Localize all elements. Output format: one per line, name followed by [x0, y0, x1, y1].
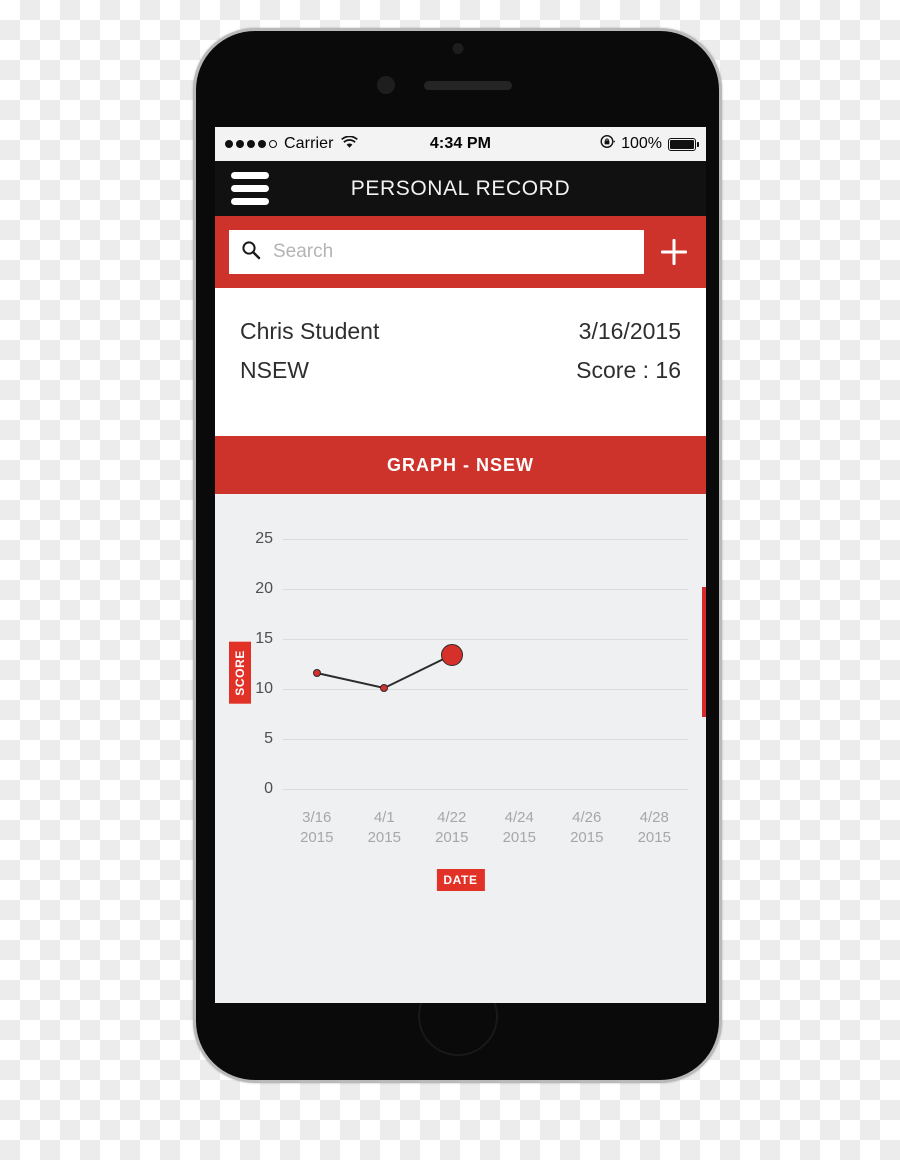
y-axis-label: SCORE — [229, 642, 251, 704]
record-line-secondary: NSEW Score : 16 — [240, 357, 681, 384]
front-camera-icon — [377, 76, 395, 94]
graph-header: GRAPH - NSEW — [215, 436, 706, 494]
record-line-primary: Chris Student 3/16/2015 — [240, 318, 681, 345]
record-name: Chris Student — [240, 318, 380, 344]
battery-percent-label: 100% — [621, 135, 663, 152]
x-axis-tick: 3/16 2015 — [300, 809, 334, 847]
chart-data-point[interactable] — [312, 669, 321, 677]
chart-series-line — [316, 654, 453, 690]
phone-device-frame: Carrier 4:34 PM 100% PERSONAL RECORD Sea… — [193, 28, 722, 1083]
y-axis-tick: 15 — [255, 630, 273, 647]
y-axis-tick: 0 — [264, 780, 273, 797]
add-record-button[interactable] — [656, 234, 692, 270]
gridline — [283, 739, 688, 740]
x-axis-tick: 4/1 2015 — [367, 809, 401, 847]
carrier-label: Carrier — [284, 135, 334, 152]
status-bar-clock: 4:34 PM — [429, 135, 492, 152]
record-row[interactable]: Chris Student 3/16/2015 NSEW Score : 16 — [215, 288, 706, 436]
x-axis-tick: 4/26 2015 — [570, 809, 604, 847]
chart-plot: 25 20 15 10 5 0 — [255, 530, 688, 797]
chart-area: SCORE 25 20 15 10 5 0 3/16 2015 4/1 2015 4/22 2015… — [215, 494, 706, 1003]
y-axis-tick: 10 — [255, 680, 273, 697]
chart-data-point[interactable] — [440, 644, 463, 666]
x-axis-tick: 4/28 2015 — [637, 809, 671, 847]
search-bar — [215, 216, 706, 288]
chart-data-point[interactable] — [380, 684, 389, 692]
record-category: NSEW — [240, 357, 309, 383]
status-bar: Carrier 4:34 PM 100% — [215, 127, 706, 161]
search-input[interactable] — [271, 240, 632, 264]
y-axis-tick: 20 — [255, 580, 273, 597]
x-axis-tick-labels: 3/16 2015 4/1 2015 4/22 2015 4/24 2015 4/26 2015 4… — [283, 794, 688, 854]
status-bar-right: 100% — [491, 134, 700, 154]
rotation-lock-icon — [600, 134, 615, 154]
gridline — [283, 789, 688, 790]
wifi-icon — [340, 134, 358, 154]
search-icon — [241, 240, 261, 265]
search-field[interactable] — [229, 230, 644, 274]
top-microphone-dot — [452, 43, 463, 54]
record-date: 3/16/2015 — [578, 318, 681, 344]
navigation-bar: PERSONAL RECORD — [215, 161, 706, 216]
hamburger-menu-icon[interactable] — [231, 172, 269, 205]
x-axis-tick: 4/24 2015 — [502, 809, 536, 847]
x-axis-label: DATE — [436, 869, 485, 891]
record-score: Score : 16 — [576, 357, 681, 383]
x-axis-tick: 4/22 2015 — [435, 809, 469, 847]
y-axis-tick: 5 — [264, 730, 273, 747]
status-bar-left: Carrier — [225, 134, 430, 154]
gridline — [283, 689, 688, 690]
earpiece-speaker — [424, 81, 512, 90]
battery-full-icon — [668, 137, 700, 151]
next-screen-edge — [702, 587, 706, 717]
phone-screen: Carrier 4:34 PM 100% PERSONAL RECORD Sea… — [215, 127, 706, 1003]
y-axis-tick: 25 — [255, 530, 273, 547]
signal-strength-icon — [225, 140, 277, 148]
page-title: PERSONAL RECORD — [350, 176, 571, 200]
